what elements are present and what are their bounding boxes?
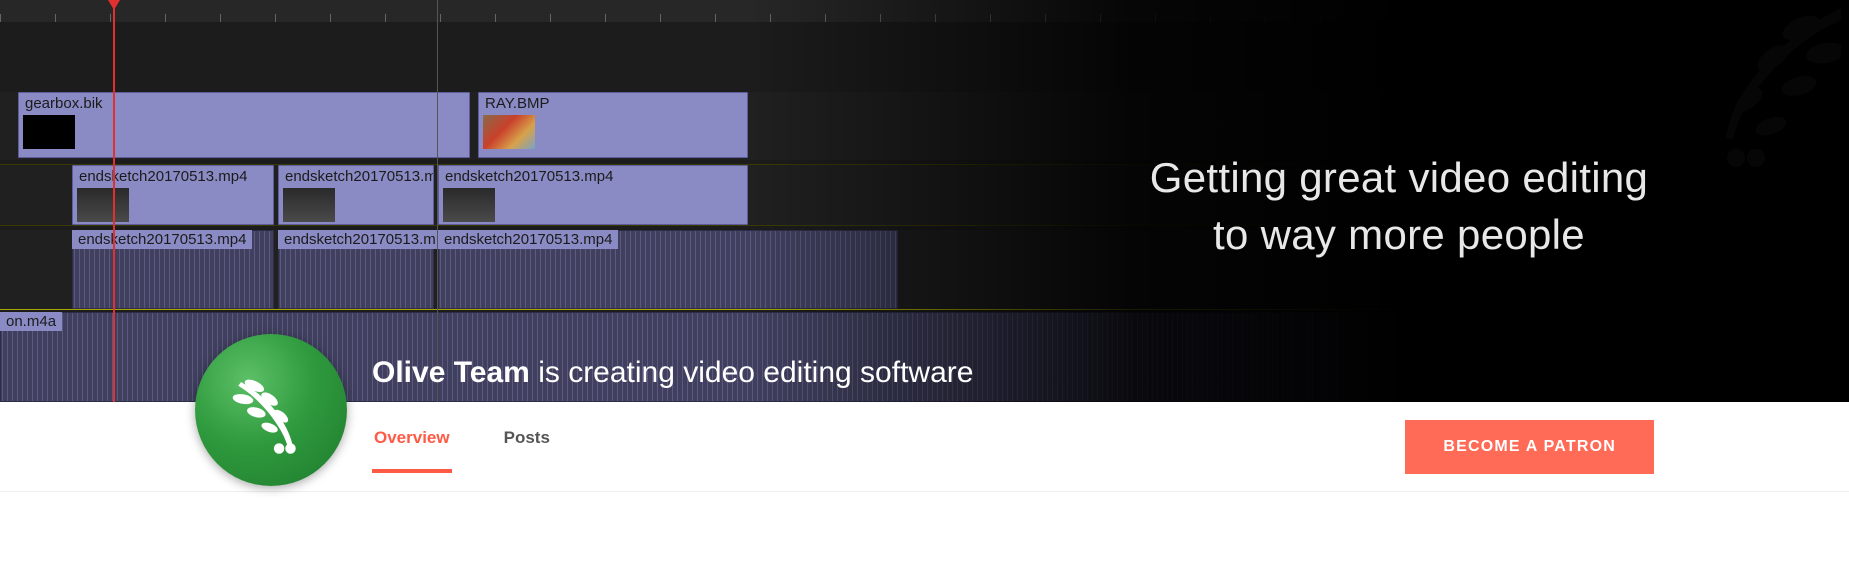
clip-label: on.m4a: [0, 312, 62, 331]
timeline-clip: endsketch20170513.mp4: [438, 165, 748, 225]
tab-overview[interactable]: Overview: [372, 418, 452, 476]
avatar[interactable]: [195, 334, 347, 486]
olive-branch-icon: [224, 363, 319, 458]
timeline-clip: RAY.BMP: [478, 92, 748, 158]
tab-posts[interactable]: Posts: [502, 418, 552, 476]
clip-label: endsketch20170513.mp4: [438, 230, 618, 249]
hero-tagline: Getting great video editing to way more …: [1049, 150, 1749, 263]
creator-title: Olive Team is creating video editing sof…: [372, 356, 973, 390]
become-patron-button[interactable]: BECOME A PATRON: [1405, 420, 1654, 474]
creator-name: Olive Team: [372, 356, 530, 389]
clip-thumbnail: [443, 188, 495, 222]
clip-label: endsketch20170513.mp4: [72, 230, 252, 249]
cta-label: BECOME A PATRON: [1443, 438, 1616, 456]
creator-suffix: is creating video editing software: [530, 356, 974, 389]
clip-thumbnail: [23, 115, 75, 149]
timeline-clip: endsketch20170513.mp4: [72, 165, 274, 225]
timeline-clip: gearbox.bik: [18, 92, 470, 158]
clip-label: endsketch20170513.m: [278, 230, 442, 249]
timeline-clip: endsketch20170513.m: [278, 165, 434, 225]
playhead: [113, 0, 115, 402]
tagline-line-2: to way more people: [1049, 207, 1749, 264]
clip-thumbnail: [77, 188, 129, 222]
timeline-divider: [437, 0, 438, 402]
timeline-ruler: [0, 0, 1849, 22]
clip-thumbnail: [483, 115, 535, 149]
page-navbar: Overview Posts BECOME A PATRON: [0, 402, 1849, 492]
tagline-line-1: Getting great video editing: [1049, 150, 1749, 207]
tabs: Overview Posts: [372, 418, 552, 476]
clip-thumbnail: [283, 188, 335, 222]
